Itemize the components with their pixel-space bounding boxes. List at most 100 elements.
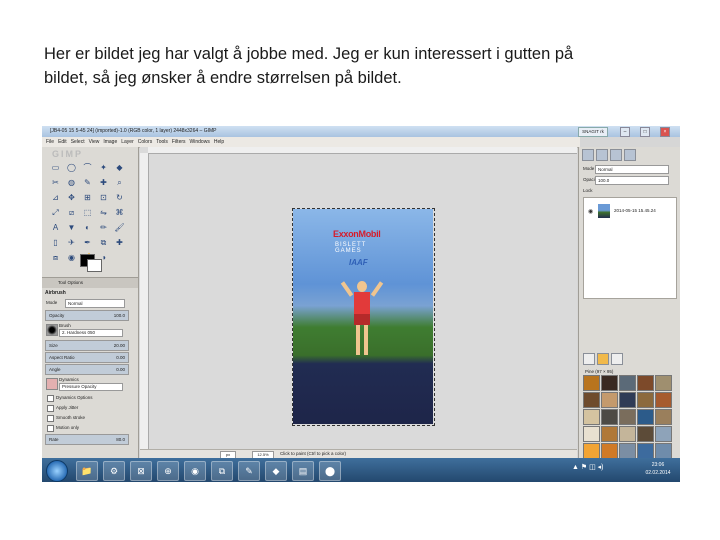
size-slider[interactable]: Size 20.00: [45, 340, 129, 351]
taskbar-app-icon[interactable]: ⬤: [319, 461, 341, 481]
aspect-slider[interactable]: Aspect Ratio 0.00: [45, 352, 129, 363]
vertical-ruler[interactable]: [140, 153, 149, 449]
shear-tool-icon[interactable]: ⧄: [64, 206, 79, 219]
dynamics-preview[interactable]: [46, 378, 58, 390]
pattern-swatch[interactable]: [583, 392, 600, 408]
pattern-swatch[interactable]: [619, 443, 636, 459]
checkbox-smooth-stroke[interactable]: Smooth stroke: [45, 414, 135, 422]
pattern-swatch[interactable]: [619, 392, 636, 408]
fuzzy-select-tool-icon[interactable]: ✦: [96, 161, 111, 174]
blend-tool-icon[interactable]: ◐: [80, 221, 95, 234]
pattern-swatch[interactable]: [637, 409, 654, 425]
menu-colors[interactable]: Colors: [138, 138, 156, 145]
pattern-swatch[interactable]: [655, 443, 672, 459]
menu-help[interactable]: Help: [214, 138, 228, 145]
cage-tool-icon[interactable]: ⌘: [112, 206, 127, 219]
mode-select[interactable]: Normal: [65, 299, 125, 308]
minimize-button[interactable]: –: [620, 127, 630, 137]
color-picker-tool-icon[interactable]: ✚: [96, 176, 111, 189]
close-button[interactable]: ×: [660, 127, 670, 137]
horizontal-ruler[interactable]: [148, 147, 577, 154]
channels-tab-icon[interactable]: [596, 149, 608, 161]
system-tray[interactable]: ▲ ⚑ ◫ ◂): [572, 463, 632, 477]
taskbar-app-icon[interactable]: ✎: [238, 461, 260, 481]
brush-name-field[interactable]: 2. Hardness 050: [59, 329, 123, 337]
opacity-slider[interactable]: Opacity 100.0: [45, 310, 129, 321]
checkbox-box[interactable]: [47, 415, 54, 422]
photo-image[interactable]: ExxonMobil BISLETT GAMES IAAF: [293, 209, 433, 424]
measure-tool-icon[interactable]: ⊿: [48, 191, 63, 204]
brushes-tab-icon[interactable]: [583, 353, 595, 365]
scissors-tool-icon[interactable]: ✂: [48, 176, 63, 189]
menu-select[interactable]: Select: [71, 138, 89, 145]
layer-mode-select[interactable]: Normal: [595, 165, 669, 174]
move-tool-icon[interactable]: ✥: [64, 191, 79, 204]
menu-file[interactable]: File: [46, 138, 58, 145]
pattern-swatch[interactable]: [655, 392, 672, 408]
menu-tools[interactable]: Tools: [156, 138, 172, 145]
taskbar-app-icon[interactable]: ◉: [184, 461, 206, 481]
checkbox-dynamics-options[interactable]: Dynamics Options: [45, 394, 135, 402]
airbrush-tool-icon[interactable]: ✈: [64, 236, 79, 249]
bucket-fill-tool-icon[interactable]: ▼: [64, 221, 79, 234]
menu-view[interactable]: View: [89, 138, 104, 145]
menu-filters[interactable]: Filters: [172, 138, 190, 145]
taskbar-app-icon[interactable]: ⚙: [103, 461, 125, 481]
flip-tool-icon[interactable]: ⇋: [96, 206, 111, 219]
align-tool-icon[interactable]: ⊞: [80, 191, 95, 204]
taskbar-app-icon[interactable]: ⊠: [130, 461, 152, 481]
angle-slider[interactable]: Angle 0.00: [45, 364, 129, 375]
pattern-swatch[interactable]: [601, 426, 618, 442]
heal-tool-icon[interactable]: ✚: [112, 236, 127, 249]
menu-windows[interactable]: Windows: [190, 138, 214, 145]
pattern-swatch[interactable]: [583, 375, 600, 391]
tool-options-tab[interactable]: Tool Options: [42, 277, 138, 288]
crop-tool-icon[interactable]: ⊡: [96, 191, 111, 204]
pattern-swatch[interactable]: [637, 443, 654, 459]
perspective-clone-tool-icon[interactable]: ⧈: [48, 251, 63, 264]
gradients-tab-icon[interactable]: [611, 353, 623, 365]
menu-layer[interactable]: Layer: [121, 138, 138, 145]
pattern-swatch[interactable]: [601, 375, 618, 391]
checkbox-box[interactable]: [47, 425, 54, 432]
pencil-tool-icon[interactable]: ✏: [96, 221, 111, 234]
layer-row[interactable]: ◉ 2014-05-15 15.45.24: [586, 204, 674, 218]
color-swatches[interactable]: [76, 252, 102, 272]
foreground-select-tool-icon[interactable]: ◍: [64, 176, 79, 189]
pattern-swatch[interactable]: [655, 409, 672, 425]
pattern-swatch[interactable]: [637, 375, 654, 391]
undo-tab-icon[interactable]: [624, 149, 636, 161]
pattern-swatch[interactable]: [601, 409, 618, 425]
menu-image[interactable]: Image: [103, 138, 121, 145]
clone-tool-icon[interactable]: ⧉: [96, 236, 111, 249]
pattern-swatch[interactable]: [619, 409, 636, 425]
clock[interactable]: 23:06 02.02.2014: [640, 461, 676, 479]
pattern-swatch[interactable]: [619, 375, 636, 391]
maximize-button[interactable]: □: [640, 127, 650, 137]
taskbar-app-icon[interactable]: 📁: [76, 461, 98, 481]
pattern-swatch[interactable]: [583, 409, 600, 425]
eye-icon[interactable]: ◉: [588, 208, 593, 215]
pattern-swatch[interactable]: [655, 375, 672, 391]
ellipse-select-tool-icon[interactable]: ◯: [64, 161, 79, 174]
zoom-tool-icon[interactable]: ⌕: [112, 176, 127, 189]
pattern-swatch[interactable]: [583, 426, 600, 442]
scale-tool-icon[interactable]: ⤢: [48, 206, 63, 219]
rect-select-tool-icon[interactable]: ▭: [48, 161, 63, 174]
taskbar-app-icon[interactable]: ⊕: [157, 461, 179, 481]
pattern-swatch[interactable]: [601, 443, 618, 459]
checkbox-motion-only[interactable]: Motion only: [45, 424, 135, 432]
rotate-tool-icon[interactable]: ↻: [112, 191, 127, 204]
taskbar-app-icon[interactable]: ▤: [292, 461, 314, 481]
checkbox-box[interactable]: [47, 405, 54, 412]
paths-tool-icon[interactable]: ✎: [80, 176, 95, 189]
pattern-swatch[interactable]: [637, 392, 654, 408]
checkbox-apply-jitter[interactable]: Apply Jitter: [45, 404, 135, 412]
taskbar-app-icon[interactable]: ⧉: [211, 461, 233, 481]
perspective-tool-icon[interactable]: ⬚: [80, 206, 95, 219]
pattern-swatch[interactable]: [601, 392, 618, 408]
pattern-swatch[interactable]: [583, 443, 600, 459]
free-select-tool-icon[interactable]: ⌒: [80, 161, 95, 174]
pattern-swatch[interactable]: [619, 426, 636, 442]
patterns-tab-icon[interactable]: [597, 353, 609, 365]
